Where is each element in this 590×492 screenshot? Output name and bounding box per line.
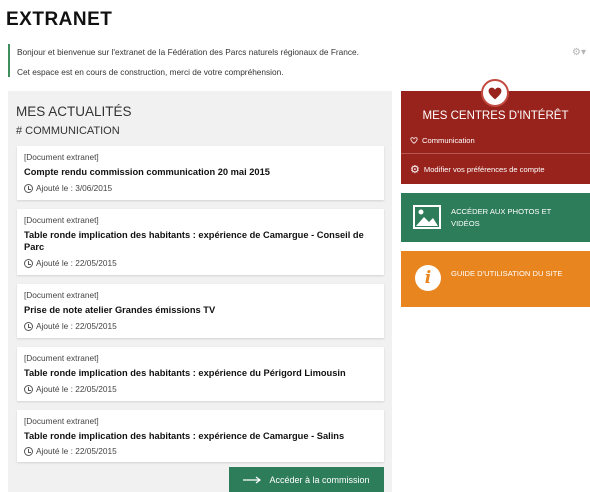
clock-icon (24, 183, 33, 193)
interests-divider (401, 153, 590, 154)
document-type: [Document extranet] (24, 353, 99, 363)
photos-videos-tile[interactable]: ACCÉDER AUX PHOTOS ET VIDÉOS (401, 193, 590, 242)
clock-icon (24, 321, 33, 331)
document-date: Ajouté le : 22/05/2015 (36, 258, 117, 268)
clock-icon (24, 384, 33, 394)
news-card[interactable]: [Document extranet] Prise de note atelie… (17, 284, 384, 338)
document-title-link[interactable]: Table ronde implication des habitants : … (24, 367, 374, 379)
welcome-accent-bar (8, 44, 10, 77)
commission-button[interactable]: Accéder à la commission (229, 467, 384, 492)
image-icon (413, 205, 441, 229)
news-card[interactable]: [Document extranet] Table ronde implicat… (17, 209, 384, 275)
gears-icon: ⚙ (410, 164, 420, 176)
heart-icon (481, 79, 509, 107)
preferences-link-label: Modifier vos préférences de compte (423, 165, 545, 174)
document-date: Ajouté le : 22/05/2015 (36, 384, 117, 394)
photos-videos-label: ACCÉDER AUX PHOTOS ET VIDÉOS (451, 207, 552, 228)
interest-item-communication[interactable]: Communication (410, 136, 475, 145)
guide-tile[interactable]: i GUIDE D'UTILISATION DU SITE (401, 251, 590, 307)
document-title-link[interactable]: Table ronde implication des habitants : … (24, 430, 374, 442)
news-title: MES ACTUALITÉS (16, 104, 132, 119)
document-type: [Document extranet] (24, 416, 99, 426)
settings-gear-icon[interactable]: ⚙▾ (572, 47, 586, 58)
construction-notice: Cet espace est en cours de construction,… (17, 67, 284, 77)
heart-outline-icon (410, 137, 418, 144)
arrow-right-icon (243, 476, 262, 483)
interest-item-label: Communication (422, 136, 475, 145)
interests-title: MES CENTRES D'INTÉRÊT (422, 110, 569, 122)
document-date: Ajouté le : 22/05/2015 (36, 446, 117, 456)
document-date: Ajouté le : 22/05/2015 (36, 321, 117, 331)
preferences-link[interactable]: ⚙ Modifier vos préférences de compte (410, 163, 545, 176)
clock-icon (24, 258, 33, 268)
news-card[interactable]: [Document extranet] Table ronde implicat… (17, 347, 384, 401)
news-category: # COMMUNICATION (16, 125, 120, 137)
document-title-link[interactable]: Compte rendu commission communication 20… (24, 166, 374, 178)
document-type: [Document extranet] (24, 215, 99, 225)
clock-icon (24, 446, 33, 456)
document-title-link[interactable]: Prise de note atelier Grandes émissions … (24, 304, 374, 316)
document-date: Ajouté le : 3/06/2015 (36, 183, 113, 193)
document-type: [Document extranet] (24, 290, 99, 300)
news-card[interactable]: [Document extranet] Table ronde implicat… (17, 410, 384, 462)
document-type: [Document extranet] (24, 152, 99, 162)
welcome-message: Bonjour et bienvenue sur l'extranet de l… (17, 47, 359, 57)
document-title-link[interactable]: Table ronde implication des habitants : … (24, 229, 374, 253)
page-title: EXTRANET (6, 9, 113, 30)
commission-button-label: Accéder à la commission (269, 474, 370, 485)
news-card[interactable]: [Document extranet] Compte rendu commiss… (17, 146, 384, 200)
guide-label: GUIDE D'UTILISATION DU SITE (451, 269, 563, 278)
info-icon: i (415, 265, 441, 291)
